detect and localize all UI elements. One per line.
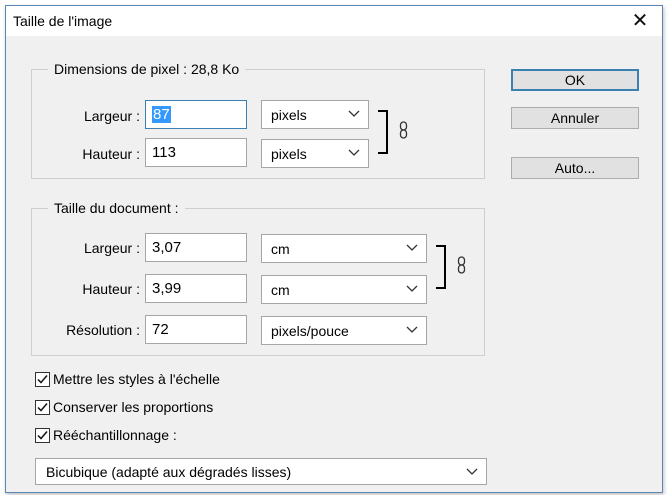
close-icon[interactable]: ✕ <box>618 6 662 36</box>
resolution-unit-select[interactable]: pixels/pouce <box>261 316 427 345</box>
scale-styles-option[interactable]: Mettre les styles à l'échelle <box>35 370 295 390</box>
pixel-height-field[interactable]: 113 <box>145 138 247 167</box>
resolution-field[interactable]: 72 <box>145 315 247 344</box>
doc-width-value: 3,07 <box>152 239 182 256</box>
document-link-bracket <box>436 245 446 289</box>
pixel-link-bracket <box>378 110 388 154</box>
pixel-width-label: Largeur : <box>83 108 140 124</box>
pixel-height-value: 113 <box>152 144 176 161</box>
chevron-down-icon <box>406 326 418 333</box>
doc-width-unit-value: cm <box>271 241 290 257</box>
pixel-width-unit-select[interactable]: pixels <box>261 100 369 129</box>
pixel-width-value: 87 <box>152 106 171 123</box>
doc-height-value: 3,99 <box>152 280 182 297</box>
pixel-width-unit-value: pixels <box>271 107 307 123</box>
scale-styles-checkbox[interactable] <box>35 372 50 387</box>
chevron-down-icon <box>466 468 478 475</box>
auto-button[interactable]: Auto... <box>511 157 639 179</box>
pixel-dimensions-group <box>31 69 485 179</box>
checkmark-icon <box>37 375 48 384</box>
constrain-proportions-option[interactable]: Conserver les proportions <box>35 398 295 418</box>
doc-width-label: Largeur : <box>83 240 140 256</box>
pixel-height-unit-value: pixels <box>271 146 307 162</box>
pixel-width-field[interactable]: 87 <box>145 100 247 129</box>
chevron-down-icon <box>348 149 360 156</box>
pixel-dimensions-legend: Dimensions de pixel : 28,8 Ko <box>48 61 246 77</box>
scale-styles-label: Mettre les styles à l'échelle <box>53 371 220 387</box>
checkmark-icon <box>37 403 48 412</box>
document-size-legend: Taille du document : <box>48 200 185 216</box>
doc-height-label: Hauteur : <box>82 281 140 297</box>
chevron-down-icon <box>406 285 418 292</box>
chain-link-icon <box>399 121 408 139</box>
doc-height-field[interactable]: 3,99 <box>145 274 247 303</box>
constrain-proportions-checkbox[interactable] <box>35 400 50 415</box>
dialog-title: Taille de l'image <box>13 13 113 29</box>
checkmark-icon <box>37 431 48 440</box>
doc-width-unit-select[interactable]: cm <box>261 234 427 263</box>
chevron-down-icon <box>348 110 360 117</box>
doc-width-field[interactable]: 3,07 <box>145 233 247 262</box>
chevron-down-icon <box>406 244 418 251</box>
doc-height-unit-select[interactable]: cm <box>261 275 427 304</box>
constrain-proportions-label: Conserver les proportions <box>53 399 214 415</box>
pixel-height-label: Hauteur : <box>82 146 140 162</box>
resample-checkbox[interactable] <box>35 428 50 443</box>
resample-method-value: Bicubique (adapté aux dégradés lisses) <box>46 464 292 480</box>
title-bar: Taille de l'image ✕ <box>6 6 662 36</box>
resample-label: Rééchantillonnage : <box>53 427 177 443</box>
chain-link-icon <box>457 256 466 274</box>
resample-option[interactable]: Rééchantillonnage : <box>35 426 295 446</box>
doc-height-unit-value: cm <box>271 282 290 298</box>
resolution-unit-value: pixels/pouce <box>271 323 349 339</box>
ok-button[interactable]: OK <box>511 69 639 91</box>
resolution-label: Résolution : <box>66 322 140 338</box>
image-size-dialog: Taille de l'image ✕ Dimensions de pixel … <box>5 5 663 493</box>
pixel-height-unit-select[interactable]: pixels <box>261 139 369 168</box>
resolution-value: 72 <box>152 321 169 338</box>
resample-method-select[interactable]: Bicubique (adapté aux dégradés lisses) <box>35 458 487 485</box>
cancel-button[interactable]: Annuler <box>511 107 639 129</box>
